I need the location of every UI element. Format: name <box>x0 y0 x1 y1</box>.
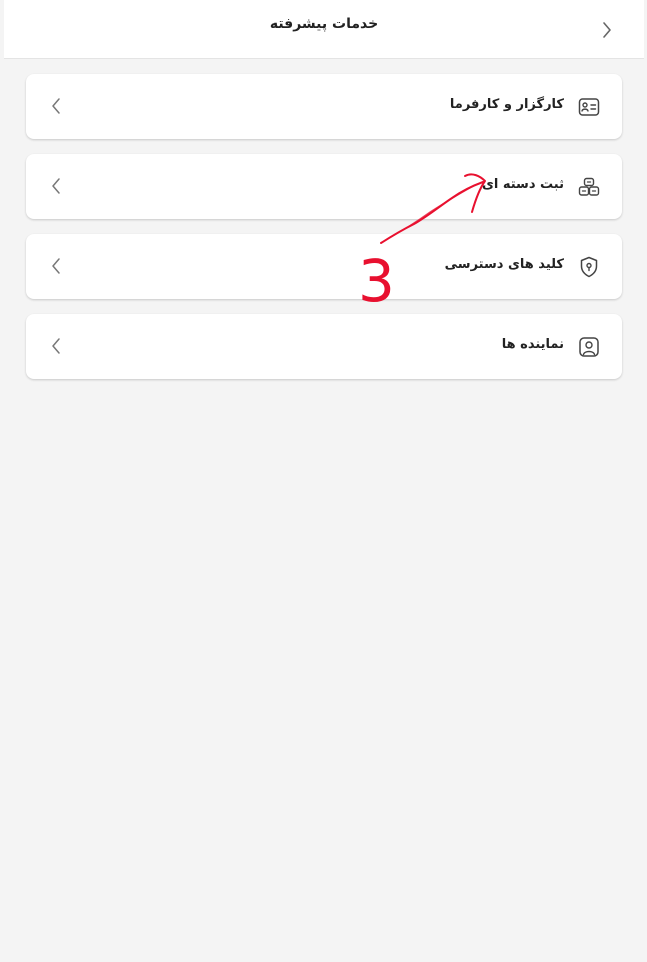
menu-item-label: نماینده ها <box>501 337 564 352</box>
menu-item-label: کلید های دسترسی <box>444 257 564 272</box>
chevron-left-icon <box>46 256 66 276</box>
user-square-icon <box>578 336 600 358</box>
menu-item-representatives[interactable]: نماینده ها <box>26 314 622 379</box>
id-card-icon <box>578 96 600 118</box>
top-app-bar: خدمات پیشرفته <box>4 0 644 59</box>
annotation-arrow <box>380 173 486 244</box>
shield-key-icon <box>578 256 600 278</box>
menu-item-broker-employer[interactable]: کارگزار و کارفرما <box>26 74 622 139</box>
menu-item-access-keys[interactable]: کلید های دسترسی <box>26 234 622 299</box>
chevron-left-icon <box>46 96 66 116</box>
annotation-number: 3 <box>358 247 395 315</box>
menu-item-label: ثبت دسته ای <box>481 177 564 192</box>
page-title: خدمات پیشرفته <box>269 16 379 32</box>
chevron-left-icon <box>46 176 66 196</box>
chevron-left-icon <box>46 336 66 356</box>
back-button[interactable] <box>594 18 618 42</box>
boxes-icon <box>578 176 600 198</box>
menu-item-batch-registration[interactable]: ثبت دسته ای <box>26 154 622 219</box>
menu-item-label: کارگزار و کارفرما <box>449 97 564 112</box>
chevron-left-icon <box>603 22 611 38</box>
